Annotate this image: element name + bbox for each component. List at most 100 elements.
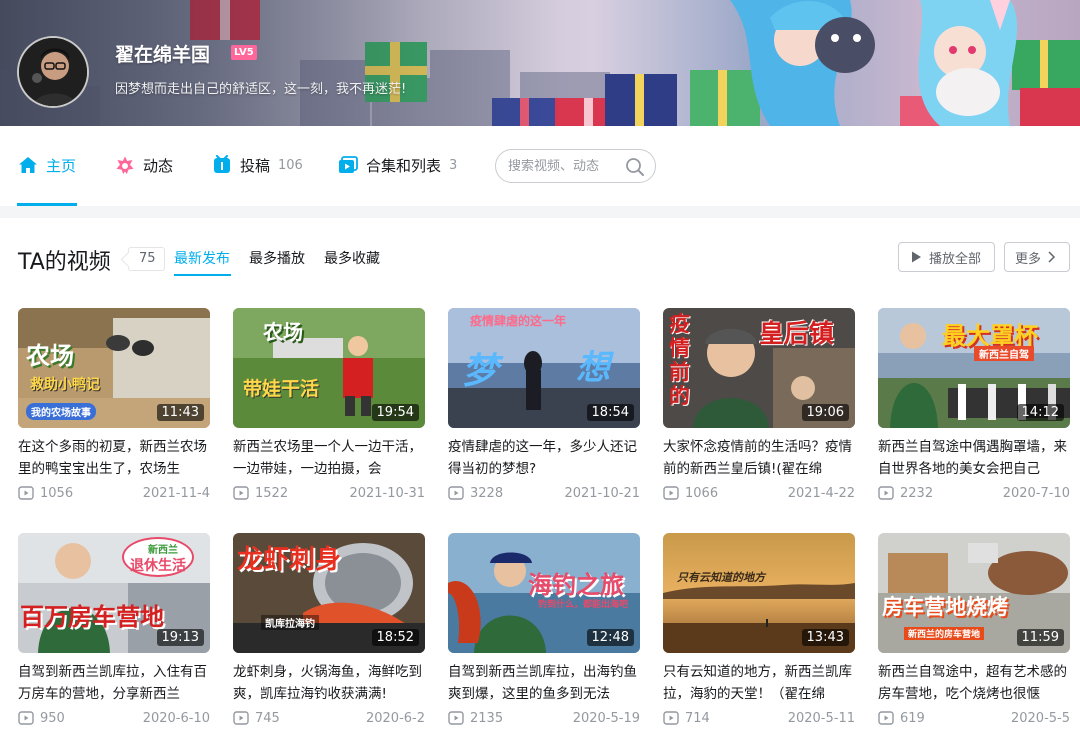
search-icon[interactable] — [625, 157, 645, 177]
video-card[interactable]: 农场 救助小鸭记 我的农场故事 11:43 在这个多雨的初夏，新西兰农场里的鸭宝… — [18, 308, 210, 502]
play-all-label: 播放全部 — [929, 251, 982, 267]
video-meta: 1066 2021-4-22 — [663, 484, 855, 502]
video-card[interactable]: 农场 带娃干活 19:54 新西兰农场里一个人一边干活，一边带娃，一边拍摄，会 … — [233, 308, 425, 502]
video-meta: 1522 2021-10-31 — [233, 484, 425, 502]
tab-home-label: 主页 — [46, 156, 77, 175]
video-title[interactable]: 在这个多雨的初夏，新西兰农场里的鸭宝宝出生了，农场生 — [18, 436, 210, 480]
user-signature: 因梦想而走出自己的舒适区，这一刻，我不再迷茫! — [115, 82, 407, 97]
video-card[interactable]: 龙虾刺身 凯库拉海钓 18:52 龙虾刺身，火锅海鱼，海鲜吃到爽，凯库拉海钓收获… — [233, 533, 425, 727]
video-views: 2135 — [470, 710, 504, 726]
video-cover[interactable]: 农场 带娃干活 19:54 — [233, 308, 425, 428]
tab-collections-label: 合集和列表 — [366, 156, 442, 175]
video-meta: 1056 2021-11-4 — [18, 484, 210, 502]
videos-count-badge: 75 — [128, 247, 165, 271]
video-card[interactable]: 新西兰 退休生活 百万房车营地 19:13 自驾到新西兰凯库拉，入住有百万房车的… — [18, 533, 210, 727]
section-divider — [0, 206, 1080, 218]
video-views: 2232 — [900, 485, 934, 501]
sort-most-favorited[interactable]: 最多收藏 — [324, 248, 380, 268]
video-date: 2021-4-22 — [787, 485, 855, 501]
tab-posts[interactable]: 投稿 106 — [212, 153, 303, 177]
video-date: 2020-5-5 — [1010, 710, 1070, 726]
video-cover[interactable]: 龙虾刺身 凯库拉海钓 18:52 — [233, 533, 425, 653]
videos-section-title: TA的视频 — [18, 250, 111, 275]
tab-dynamic-label: 动态 — [143, 156, 174, 175]
tab-collections-count: 3 — [449, 157, 458, 173]
video-views: 950 — [40, 710, 65, 726]
collections-icon — [339, 156, 358, 173]
video-cover[interactable]: 最大罩杯 新西兰自驾 14:12 — [878, 308, 1070, 428]
video-card[interactable]: 疫情前的 皇后镇 19:06 大家怀念疫情前的生活吗？疫情前的新西兰皇后镇!(翟… — [663, 308, 855, 502]
play-count-icon — [448, 711, 464, 725]
tab-home[interactable]: 主页 — [18, 153, 76, 177]
video-cover[interactable]: 房车营地烧烤 新西兰的房车营地 11:59 — [878, 533, 1070, 653]
video-title[interactable]: 大家怀念疫情前的生活吗？疫情前的新西兰皇后镇!(翟在绵 — [663, 436, 855, 480]
video-title[interactable]: 疫情肆虐的这一年，多少人还记得当初的梦想? — [448, 436, 640, 480]
video-card[interactable]: 最大罩杯 新西兰自驾 14:12 新西兰自驾途中偶遇胸罩墙，来自世界各地的美女会… — [878, 308, 1070, 502]
play-count-icon — [663, 711, 679, 725]
video-date: 2020-5-11 — [787, 710, 855, 726]
video-cover[interactable]: 海钓之旅 钓到什么，都能出海吧 12:48 — [448, 533, 640, 653]
video-date: 2021-10-21 — [564, 485, 640, 501]
video-duration: 12:48 — [586, 629, 634, 646]
video-meta: 3228 2021-10-21 — [448, 484, 640, 502]
video-views: 714 — [685, 710, 710, 726]
video-card[interactable]: 只有云知道的地方 13:43 只有云知道的地方，新西兰凯库拉，海豹的天堂！（翟在… — [663, 533, 855, 727]
play-count-icon — [448, 486, 464, 500]
video-card[interactable]: 房车营地烧烤 新西兰的房车营地 11:59 新西兰自驾途中，超有艺术感的房车营地… — [878, 533, 1070, 727]
video-posts-icon — [214, 155, 230, 173]
video-card[interactable]: 疫情肆虐的这一年 梦 想 18:54 疫情肆虐的这一年，多少人还记得当初的梦想?… — [448, 308, 640, 502]
video-date: 2021-11-4 — [142, 485, 210, 501]
video-views: 1066 — [685, 485, 719, 501]
video-duration: 11:59 — [1016, 629, 1064, 646]
tab-posts-label: 投稿 — [240, 156, 271, 175]
video-cover[interactable]: 疫情前的 皇后镇 19:06 — [663, 308, 855, 428]
video-title[interactable]: 新西兰农场里一个人一边干活，一边带娃，一边拍摄，会 — [233, 436, 425, 480]
video-duration: 19:54 — [371, 404, 419, 421]
level-badge: LV5 — [231, 45, 257, 60]
more-button[interactable]: 更多 — [1004, 242, 1070, 272]
video-meta: 714 2020-5-11 — [663, 709, 855, 727]
play-count-icon — [878, 486, 894, 500]
video-card[interactable]: 海钓之旅 钓到什么，都能出海吧 12:48 自驾到新西兰凯库拉，出海钓鱼爽到爆，… — [448, 533, 640, 727]
play-count-icon — [18, 711, 34, 725]
video-meta: 619 2020-5-5 — [878, 709, 1070, 727]
video-date: 2021-10-31 — [349, 485, 425, 501]
video-duration: 14:12 — [1016, 404, 1064, 421]
profile-banner: 翟在绵羊国 LV5 因梦想而走出自己的舒适区，这一刻，我不再迷茫! — [0, 0, 1080, 126]
video-views: 619 — [900, 710, 925, 726]
video-date: 2020-6-10 — [142, 710, 210, 726]
videos-count: 75 — [139, 251, 156, 266]
video-views: 1522 — [255, 485, 289, 501]
video-cover[interactable]: 农场 救助小鸭记 我的农场故事 11:43 — [18, 308, 210, 428]
video-title[interactable]: 自驾到新西兰凯库拉，入住有百万房车的营地，分享新西兰 — [18, 661, 210, 705]
tab-dynamic[interactable]: 动态 — [115, 153, 173, 177]
sort-most-played[interactable]: 最多播放 — [249, 248, 305, 268]
search-box[interactable] — [495, 149, 656, 183]
video-duration: 13:43 — [801, 629, 849, 646]
video-title[interactable]: 只有云知道的地方，新西兰凯库拉，海豹的天堂！（翟在绵 — [663, 661, 855, 705]
home-icon — [19, 157, 37, 173]
video-title[interactable]: 新西兰自驾途中，超有艺术感的房车营地，吃个烧烤也很惬 — [878, 661, 1070, 705]
video-cover[interactable]: 只有云知道的地方 13:43 — [663, 533, 855, 653]
video-date: 2020-7-10 — [1002, 485, 1070, 501]
sort-latest[interactable]: 最新发布 — [174, 248, 230, 268]
video-title[interactable]: 龙虾刺身，火锅海鱼，海鲜吃到爽，凯库拉海钓收获满满! — [233, 661, 425, 705]
video-title[interactable]: 自驾到新西兰凯库拉，出海钓鱼爽到爆，这里的鱼多到无法 — [448, 661, 640, 705]
video-title[interactable]: 新西兰自驾途中偶遇胸罩墙，来自世界各地的美女会把自己 — [878, 436, 1070, 480]
video-meta: 745 2020-6-2 — [233, 709, 425, 727]
video-duration: 18:54 — [586, 404, 634, 421]
play-icon — [912, 251, 921, 263]
search-input[interactable] — [508, 158, 618, 174]
dynamic-icon — [116, 156, 134, 174]
video-meta: 2232 2020-7-10 — [878, 484, 1070, 502]
play-count-icon — [663, 486, 679, 500]
tab-collections[interactable]: 合集和列表 3 — [338, 153, 457, 177]
video-cover[interactable]: 新西兰 退休生活 百万房车营地 19:13 — [18, 533, 210, 653]
user-avatar[interactable] — [17, 36, 89, 108]
play-count-icon — [18, 486, 34, 500]
play-all-button[interactable]: 播放全部 — [898, 242, 995, 272]
video-duration: 19:13 — [156, 629, 204, 646]
video-cover[interactable]: 疫情肆虐的这一年 梦 想 18:54 — [448, 308, 640, 428]
user-name[interactable]: 翟在绵羊国 — [115, 40, 210, 67]
play-count-icon — [233, 711, 249, 725]
